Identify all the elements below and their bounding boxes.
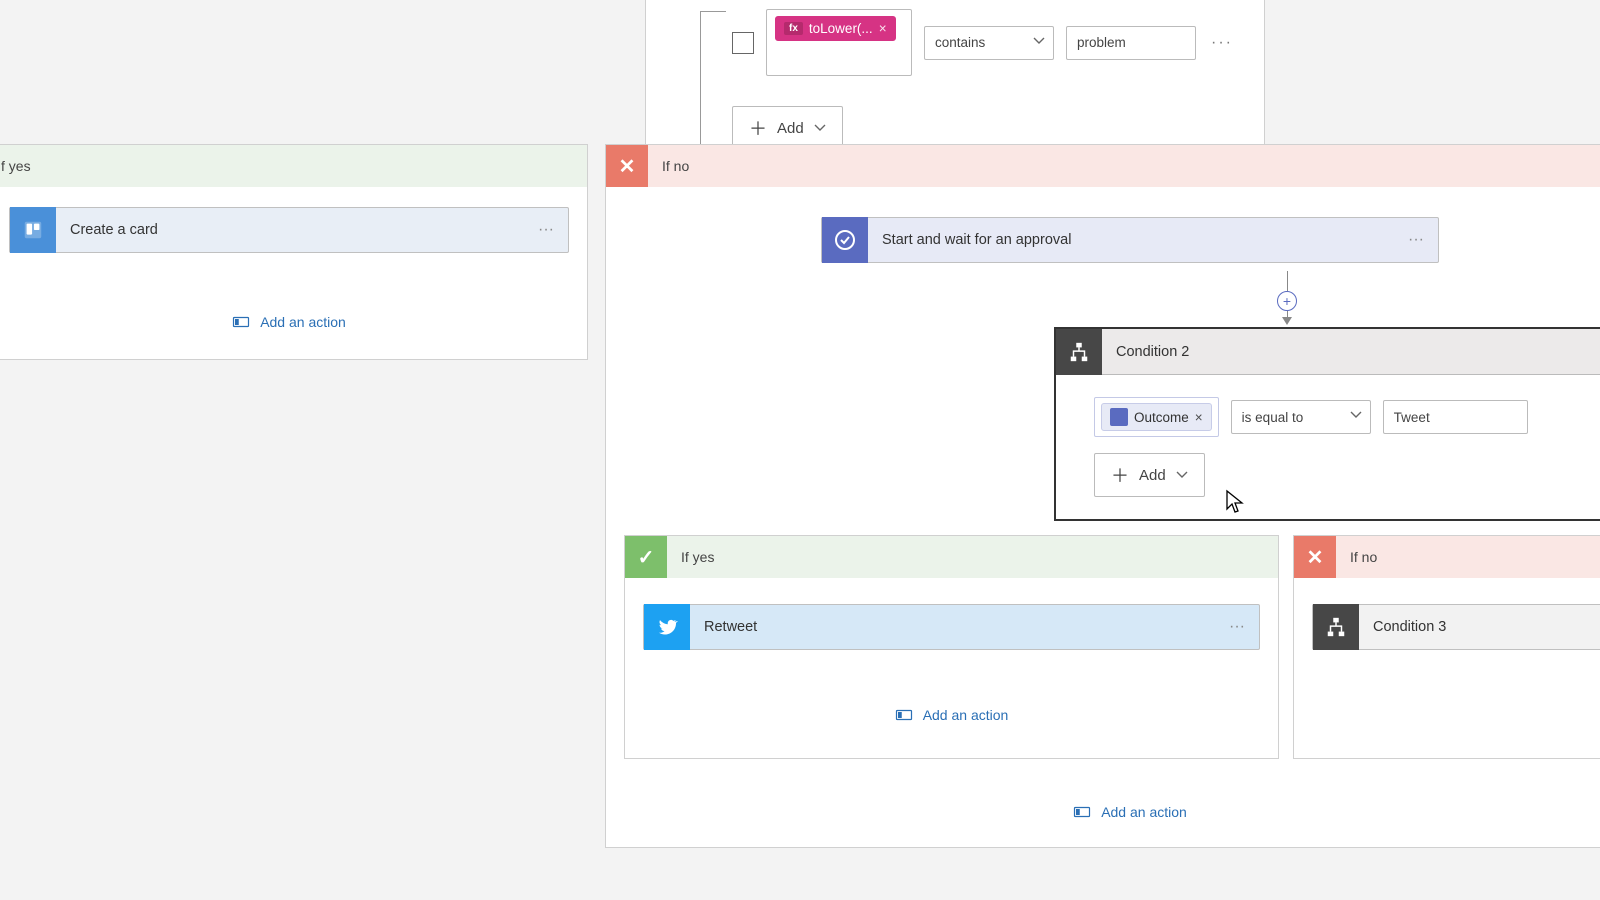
nested-branches: If yes Retweet ··· Add an action [606, 521, 1600, 789]
create-card-action[interactable]: Create a card ··· [9, 207, 569, 253]
add-action-button[interactable]: Add an action [9, 313, 569, 331]
no-icon-square [606, 145, 648, 187]
add-action-button[interactable]: Add an action [643, 706, 1260, 724]
action-menu-button[interactable]: ··· [1229, 618, 1259, 636]
add-action-label: Add an action [260, 314, 346, 330]
nested-if-yes-branch: If yes Retweet ··· Add an action [624, 535, 1279, 759]
nested-if-no-branch: If no Condition 3 [1293, 535, 1600, 759]
check-icon [638, 545, 655, 570]
arrow-down-icon [1282, 317, 1292, 325]
condition-2-card: Condition 2 ··· Outcome × is equal to [1054, 327, 1600, 521]
add-action-button-partial[interactable] [1312, 706, 1600, 724]
remove-token-icon[interactable]: × [879, 21, 887, 36]
operator-label: contains [935, 35, 985, 50]
if-no-branch: If no Start and wait for an approval ···… [605, 144, 1600, 848]
add-label: Add [777, 120, 804, 137]
add-action-icon [232, 313, 250, 331]
value-input[interactable] [1066, 26, 1196, 60]
fx-token[interactable]: fx toLower(... × [775, 16, 896, 41]
add-row-button[interactable]: ＋ Add [1094, 453, 1205, 497]
add-action-label: Add an action [923, 707, 1009, 723]
operator-label: is equal to [1242, 410, 1304, 425]
chevron-down-icon [814, 122, 826, 134]
no-icon-square [1294, 536, 1336, 578]
branch-label: If no [1350, 549, 1377, 565]
add-action-button[interactable]: Add an action [606, 803, 1600, 821]
operator-select[interactable]: contains [924, 26, 1054, 60]
yes-icon-square [625, 536, 667, 578]
fx-token-label: toLower(... [809, 21, 873, 36]
outcome-token[interactable]: Outcome × [1101, 403, 1212, 431]
condition-2-header[interactable]: Condition 2 ··· [1056, 329, 1600, 375]
row-menu-button[interactable]: ··· [1208, 29, 1236, 57]
condition-icon [1056, 329, 1102, 375]
action-menu-button[interactable]: ··· [1408, 231, 1438, 249]
plus-icon: ＋ [749, 115, 767, 141]
insert-step-button[interactable]: + [1277, 291, 1297, 311]
expression-field[interactable]: fx toLower(... × [766, 9, 912, 76]
approval-badge-icon [1110, 408, 1128, 426]
action-title: Retweet [704, 619, 1229, 635]
if-yes-branch-left: f yes Create a card ··· Add an action [0, 144, 588, 360]
chevron-down-icon [1176, 469, 1188, 481]
condition-row: Outcome × is equal to [1094, 397, 1528, 437]
action-title: Create a card [70, 222, 538, 238]
connector-line [1287, 271, 1288, 291]
remove-token-icon[interactable]: × [1195, 410, 1203, 425]
value-input[interactable] [1383, 400, 1528, 434]
branch-header-no: If no [606, 145, 1600, 187]
expression-field[interactable]: Outcome × [1094, 397, 1219, 437]
operator-select[interactable]: is equal to [1231, 400, 1371, 434]
action-title: Start and wait for an approval [882, 232, 1408, 248]
approval-action[interactable]: Start and wait for an approval ··· [821, 217, 1439, 263]
fx-badge-icon: fx [784, 22, 803, 35]
branch-header-yes: f yes [0, 145, 587, 187]
add-label: Add [1139, 467, 1166, 484]
card-title: Condition 2 [1116, 344, 1600, 360]
branch-label: f yes [1, 158, 31, 174]
token-label: Outcome [1134, 410, 1189, 425]
condition-icon [1313, 604, 1359, 650]
trello-icon [10, 207, 56, 253]
plus-icon: ＋ [1111, 462, 1129, 488]
action-title: Condition 3 [1373, 619, 1600, 635]
x-icon [1307, 545, 1324, 570]
twitter-icon [644, 604, 690, 650]
approval-icon [822, 217, 868, 263]
branch-label: If no [662, 158, 689, 174]
chevron-down-icon [1350, 409, 1362, 421]
approval-action-wrapper: Start and wait for an approval ··· [821, 217, 1439, 263]
branch-header-yes: If yes [625, 536, 1278, 578]
condition-row: fx toLower(... × contains ··· [732, 9, 1248, 76]
group-bracket [700, 11, 726, 161]
add-action-icon [1073, 803, 1091, 821]
x-icon [619, 154, 636, 179]
chevron-down-icon [1033, 35, 1045, 47]
branch-header-no: If no [1294, 536, 1600, 578]
action-menu-button[interactable]: ··· [538, 221, 568, 239]
add-action-icon [895, 706, 913, 724]
branch-label: If yes [681, 549, 714, 565]
retweet-action[interactable]: Retweet ··· [643, 604, 1260, 650]
condition-3-action[interactable]: Condition 3 [1312, 604, 1600, 650]
row-checkbox[interactable] [732, 32, 754, 54]
add-action-label: Add an action [1101, 804, 1187, 820]
